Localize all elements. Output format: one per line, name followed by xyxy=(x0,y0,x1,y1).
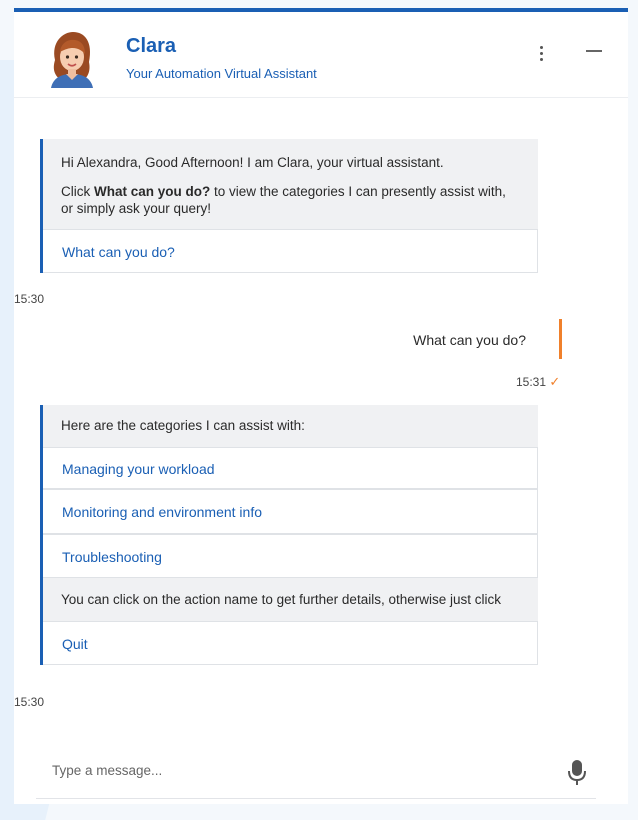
assistant-subtitle: Your Automation Virtual Assistant xyxy=(126,66,317,81)
chat-panel: Clara Your Automation Virtual Assistant … xyxy=(14,8,628,804)
minimize-icon[interactable] xyxy=(586,50,602,52)
option-quit[interactable]: Quit xyxy=(43,621,538,665)
microphone-icon[interactable] xyxy=(566,758,588,788)
user-message-timestamp: 15:31 xyxy=(516,375,547,389)
user-message: What can you do? xyxy=(413,332,526,348)
option-monitoring-environment[interactable]: Monitoring and environment info xyxy=(43,489,538,534)
message-input[interactable] xyxy=(50,762,534,779)
instruction-bold-text: What can you do? xyxy=(94,184,211,199)
greeting-instructions: Click What can you do? to view the categ… xyxy=(43,171,538,229)
chat-header: Clara Your Automation Virtual Assistant xyxy=(14,12,628,98)
assistant-greeting-bubble: Hi Alexandra, Good Afternoon! I am Clara… xyxy=(40,139,538,273)
option-troubleshooting[interactable]: Troubleshooting xyxy=(43,534,538,578)
delivered-check-icon: ✓ xyxy=(549,374,561,389)
more-options-icon[interactable] xyxy=(529,40,553,66)
categories-note: You can click on the action name to get … xyxy=(61,592,501,607)
categories-intro: Here are the categories I can assist wit… xyxy=(61,418,305,433)
greeting-timestamp: 15:30 xyxy=(14,292,45,306)
assistant-name: Clara xyxy=(126,35,177,57)
user-message-accent xyxy=(559,319,562,359)
message-composer xyxy=(36,748,596,799)
categories-timestamp: 15:30 xyxy=(14,695,45,709)
user-message-status: 15:31 ✓ xyxy=(516,374,560,390)
greeting-text: Hi Alexandra, Good Afternoon! I am Clara… xyxy=(61,155,444,170)
instruction-text-start: Click xyxy=(61,184,94,199)
option-managing-workload[interactable]: Managing your workload xyxy=(43,447,538,489)
assistant-avatar xyxy=(51,32,93,88)
assistant-categories-bubble: Here are the categories I can assist wit… xyxy=(40,405,538,665)
what-can-you-do-option[interactable]: What can you do? xyxy=(43,229,538,273)
